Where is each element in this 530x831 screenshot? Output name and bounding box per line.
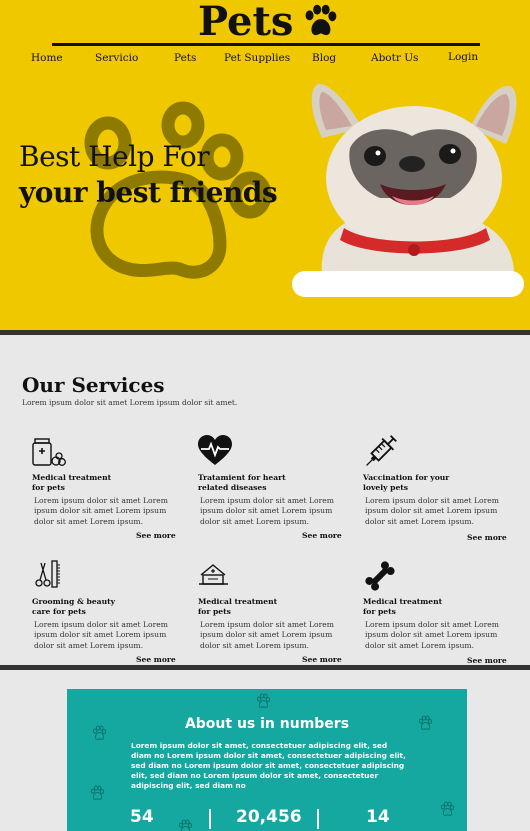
paw-icon [440,801,455,816]
see-more-link[interactable]: See more [136,655,176,664]
service-description: Lorem ipsum dolor sit amet Lorem ipsum d… [200,496,334,526]
stat-number: 54 [130,807,154,827]
see-more-link[interactable]: See more [136,531,176,540]
see-more-link[interactable]: See more [302,531,342,540]
service-title-line: Tratamient for heart [198,473,286,482]
service-title: Medical treatment for pets [363,597,503,617]
see-more-link[interactable]: See more [467,656,507,665]
nav-home[interactable]: Home [31,52,63,64]
stat-number: 20,456 [236,807,302,827]
logo[interactable]: Pets [198,0,339,44]
hero-title-line2: your best friends [19,176,278,209]
service-description: Lorem ipsum dolor sit amet Lorem ipsum d… [365,496,499,526]
service-title-line: Medical treatment [198,597,278,606]
about-numbers-section: About us in numbers Lorem ipsum dolor si… [67,689,467,831]
hero-title-line1: Best Help For [19,140,210,173]
hero-search-input[interactable] [292,271,524,297]
nav-login[interactable]: Login [448,51,478,63]
services-title: Our Services [22,373,165,397]
service-title-line: related diseases [198,483,267,492]
nav-divider [52,43,480,46]
service-title: Medical treatment for pets [198,597,338,617]
pet-house-icon [199,564,228,585]
service-description: Lorem ipsum dolor sit amet Lorem ipsum d… [34,496,168,526]
services-section: Our Services Lorem ipsum dolor sit amet … [0,335,530,665]
service-title-line: Medical treatment [32,473,112,482]
syringe-icon [366,435,397,466]
stat-number: 14 [366,807,390,827]
logo-text: Pets [198,0,294,45]
service-title: Grooming & beauty care for pets [32,597,172,617]
grooming-icon [35,560,60,588]
service-title-line: for pets [32,483,65,492]
stat-separator [317,809,319,829]
service-title-line: care for pets [32,607,86,616]
nav-about-us[interactable]: Abotr Us [371,52,418,64]
bone-icon [365,561,395,591]
nav-pet-supplies[interactable]: Pet Supplies [224,52,290,64]
dog-photo [311,83,517,274]
heart-pulse-icon [198,435,232,465]
stat-separator [209,809,211,829]
medicine-icon [32,438,66,466]
service-title-line: Vaccination for your [363,473,450,482]
see-more-link[interactable]: See more [467,533,507,542]
service-description: Lorem ipsum dolor sit amet Lorem ipsum d… [200,620,334,650]
service-description: Lorem ipsum dolor sit amet Lorem ipsum d… [34,620,168,650]
see-more-link[interactable]: See more [302,655,342,664]
paw-icon [256,693,271,708]
service-title-line: lovely pets [363,483,409,492]
service-title: Vaccination for your lovely pets [363,473,503,493]
paw-icon [90,785,105,800]
nav-pets[interactable]: Pets [174,52,196,64]
service-description: Lorem ipsum dolor sit amet Lorem ipsum d… [365,620,499,650]
about-text: Lorem ipsum dolor sit amet, consectetuer… [131,741,406,790]
service-title: Tratamient for heart related diseases [198,473,338,493]
paw-icon [178,819,193,831]
nav-servicio[interactable]: Servicio [95,52,138,64]
services-subtitle: Lorem ipsum dolor sit amet Lorem ipsum d… [22,398,238,407]
service-title-line: for pets [363,607,396,616]
service-title: Medical treatment for pets [32,473,172,493]
about-title: About us in numbers [184,716,350,732]
main-nav: Home Servicio Pets Pet Supplies Blog Abo… [0,51,530,68]
hero-section: Pets Home Servicio Pets Pet Supplies Blo… [0,0,530,330]
service-title-line: Medical treatment [363,597,443,606]
nav-blog[interactable]: Blog [312,52,336,64]
paw-logo-icon [306,4,337,36]
service-title-line: Grooming & beauty [32,597,116,606]
service-title-line: for pets [198,607,231,616]
